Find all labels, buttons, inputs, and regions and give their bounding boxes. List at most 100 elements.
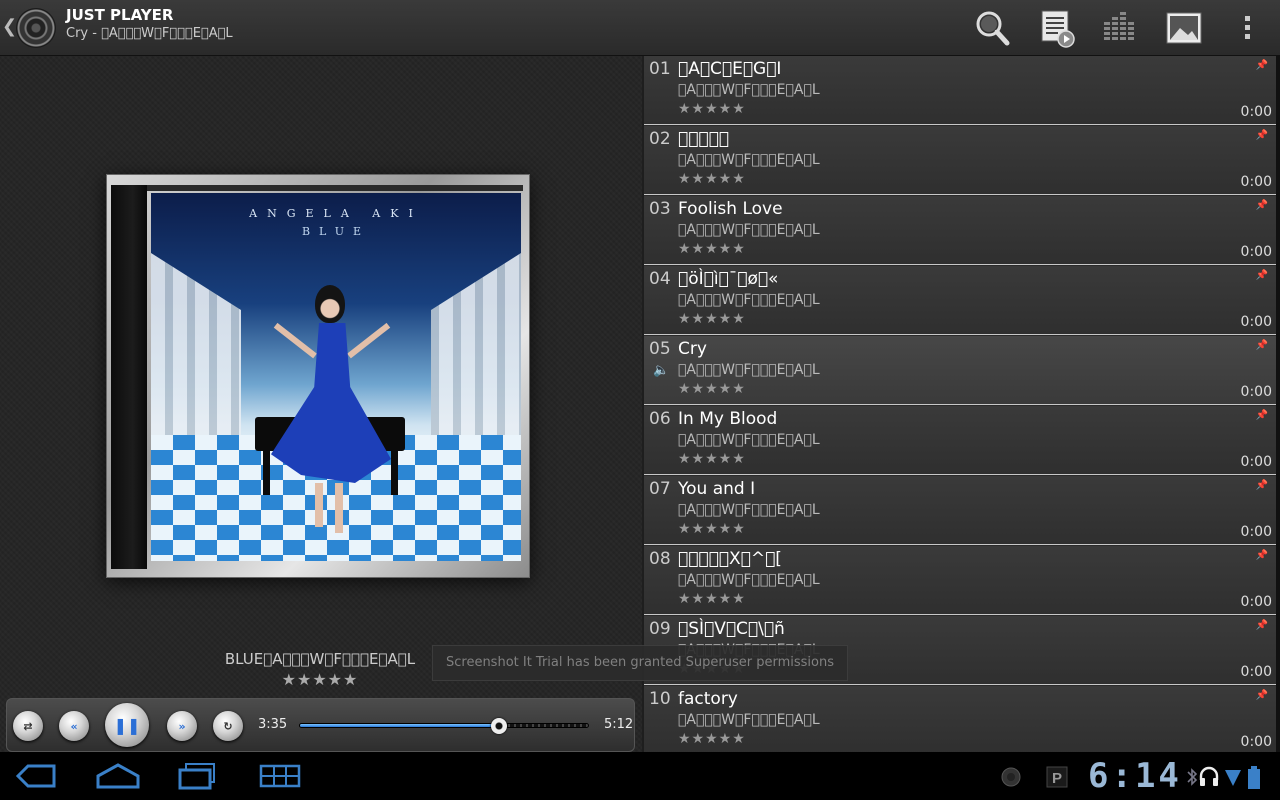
track-rating[interactable]: ★★★★★ <box>678 521 746 537</box>
cover-figure-arm <box>347 322 391 359</box>
track-row[interactable]: 08      X ^ [ A   W F   E A L ★★★★★ 0:00 📌 <box>644 546 1276 615</box>
track-number: 06 <box>649 409 671 429</box>
track-artist:  A   W F   E A L <box>678 432 820 448</box>
next-button[interactable]: » <box>167 711 197 741</box>
cover-artist-text: ANGELA AKI <box>249 207 423 220</box>
status-clock: 6:14 <box>1088 756 1182 796</box>
seek-bar[interactable] <box>299 718 589 734</box>
home-nav-icon[interactable] <box>94 762 142 790</box>
previous-button[interactable]: « <box>59 711 89 741</box>
equalizer-icon[interactable] <box>1100 8 1140 48</box>
pin-icon[interactable]: 📌 <box>1256 270 1268 281</box>
track-artist:  A   W F   E A L <box>678 82 820 98</box>
picture-icon[interactable] <box>1164 8 1204 48</box>
repeat-icon: ↻ <box>223 719 233 733</box>
track-rating[interactable]: ★★★★★ <box>678 381 746 397</box>
track-rating[interactable]: ★★★★★ <box>678 101 746 117</box>
track-row[interactable]: 07 You and I  A   W F   E A L ★★★★★ 0:00 📌 <box>644 476 1276 545</box>
track-artist:  A   W F   E A L <box>678 572 820 588</box>
p-icon[interactable]: P <box>1046 766 1068 788</box>
battery-icon <box>1248 766 1260 789</box>
track-duration: 0:00 <box>1240 104 1272 120</box>
pin-icon[interactable]: 📌 <box>1256 410 1268 421</box>
overflow-menu-icon[interactable] <box>1228 8 1268 48</box>
cover-album-text: BLUE <box>301 225 371 238</box>
track-title: factory <box>678 689 738 709</box>
search-icon[interactable] <box>972 8 1012 48</box>
track-duration: 0:00 <box>1240 174 1272 190</box>
track-number: 08 <box>649 549 671 569</box>
track-duration: 0:00 <box>1240 384 1272 400</box>
elapsed-time: 3:35 <box>258 717 288 732</box>
track-row[interactable]: 04  öÌ ì ¯ ø «  A   W F   E A L ★★★★★ 0:00 📌 <box>644 266 1276 335</box>
album-art[interactable]: ANGELA AKI BLUE <box>106 174 530 578</box>
track-number: 01 <box>649 59 671 79</box>
track-title: You and I <box>678 479 756 499</box>
track-number: 09 <box>649 619 671 639</box>
fast-forward-icon: » <box>178 719 186 733</box>
track-rating[interactable]: ★★★★★ <box>678 591 746 607</box>
screenshot-icon[interactable] <box>256 762 304 790</box>
pin-icon[interactable]: 📌 <box>1256 550 1268 561</box>
back-nav-icon[interactable] <box>14 762 62 790</box>
rewind-icon: « <box>70 719 78 733</box>
app-title: JUST PLAYER <box>66 6 174 24</box>
track-row[interactable]: 03 Foolish Love  A   W F   E A L ★★★★★ 0:00 📌 <box>644 196 1276 265</box>
now-playing-subtitle: Cry -  A   W F   E A L <box>66 26 233 41</box>
pause-icon: ❚❚ <box>113 715 141 735</box>
app-logo-icon[interactable] <box>16 8 56 48</box>
pin-icon[interactable]: 📌 <box>1256 200 1268 211</box>
track-row[interactable]: 01  A C E G I  A   W F   E A L ★★★★★ 0:00 📌 <box>644 56 1276 125</box>
cover-figure-dress <box>271 323 391 483</box>
track-artist:  A   W F   E A L <box>678 222 820 238</box>
track-rating[interactable]: ★★★★★ <box>678 731 746 747</box>
track-duration: 0:00 <box>1240 454 1272 470</box>
track-rating[interactable]: ★★★★★ <box>678 241 746 257</box>
pin-icon[interactable]: 📌 <box>1256 340 1268 351</box>
recent-apps-icon[interactable] <box>174 762 222 790</box>
track-title:  A C E G I <box>678 59 782 79</box>
track-title:       <box>678 129 730 149</box>
seek-progress <box>300 724 499 727</box>
track-title: Foolish Love <box>678 199 783 219</box>
shuffle-icon: ⇄ <box>23 719 33 733</box>
track-rating[interactable]: ★★★★★ <box>678 311 746 327</box>
track-number: 04 <box>649 269 671 289</box>
jewel-case-spine <box>111 185 147 569</box>
track-duration: 0:00 <box>1240 524 1272 540</box>
track-title:      X ^ [ <box>678 549 782 569</box>
pin-icon[interactable]: 📌 <box>1256 480 1268 491</box>
playlist-icon[interactable] <box>1038 8 1078 48</box>
cover-arches-left <box>151 253 241 443</box>
track-title:  SÌ V C \ ñ <box>678 619 785 639</box>
track-title: Cry <box>678 339 707 359</box>
action-bar: ❮ JUST PLAYER Cry -  A   W F   E A L <box>0 0 1280 56</box>
cover-figure-leg <box>335 483 343 533</box>
cover-piano-leg <box>391 449 398 495</box>
track-number: 10 <box>649 689 671 709</box>
play-pause-button[interactable]: ❚❚ <box>105 703 149 747</box>
album-cover: ANGELA AKI BLUE <box>151 193 521 561</box>
track-row[interactable]: 10 factory  A   W F   E A L ★★★★★ 0:00 📌 <box>644 686 1276 752</box>
seek-thumb[interactable] <box>490 718 507 734</box>
track-row[interactable]: 06 In My Blood  A   W F   E A L ★★★★★ 0:00 📌 <box>644 406 1276 475</box>
track-list-scrollbar[interactable] <box>1276 56 1280 752</box>
track-artist:  A   W F   E A L <box>678 362 820 378</box>
track-rating[interactable]: ★★★★★ <box>678 171 746 187</box>
pin-icon[interactable]: 📌 <box>1256 130 1268 141</box>
pin-icon[interactable]: 📌 <box>1256 620 1268 631</box>
track-row[interactable]: 02        A   W F   E A L ★★★★★ 0:00 📌 <box>644 126 1276 195</box>
track-artist:  A   W F   E A L <box>678 152 820 168</box>
track-number: 07 <box>649 479 671 499</box>
shuffle-button[interactable]: ⇄ <box>13 711 43 741</box>
back-chevron-icon[interactable]: ❮ <box>2 16 17 37</box>
pin-icon[interactable]: 📌 <box>1256 60 1268 71</box>
pin-icon[interactable]: 📌 <box>1256 690 1268 701</box>
track-row[interactable]: 05 Cry  A   W F   E A L ★★★★★ 0:00 📌 🔈 <box>644 336 1276 405</box>
repeat-button[interactable]: ↻ <box>213 711 243 741</box>
notification-icon[interactable] <box>1000 766 1022 788</box>
wifi-icon <box>1225 770 1241 786</box>
cover-arches-right <box>431 253 521 443</box>
headset-icon <box>1199 766 1219 786</box>
track-rating[interactable]: ★★★★★ <box>678 451 746 467</box>
